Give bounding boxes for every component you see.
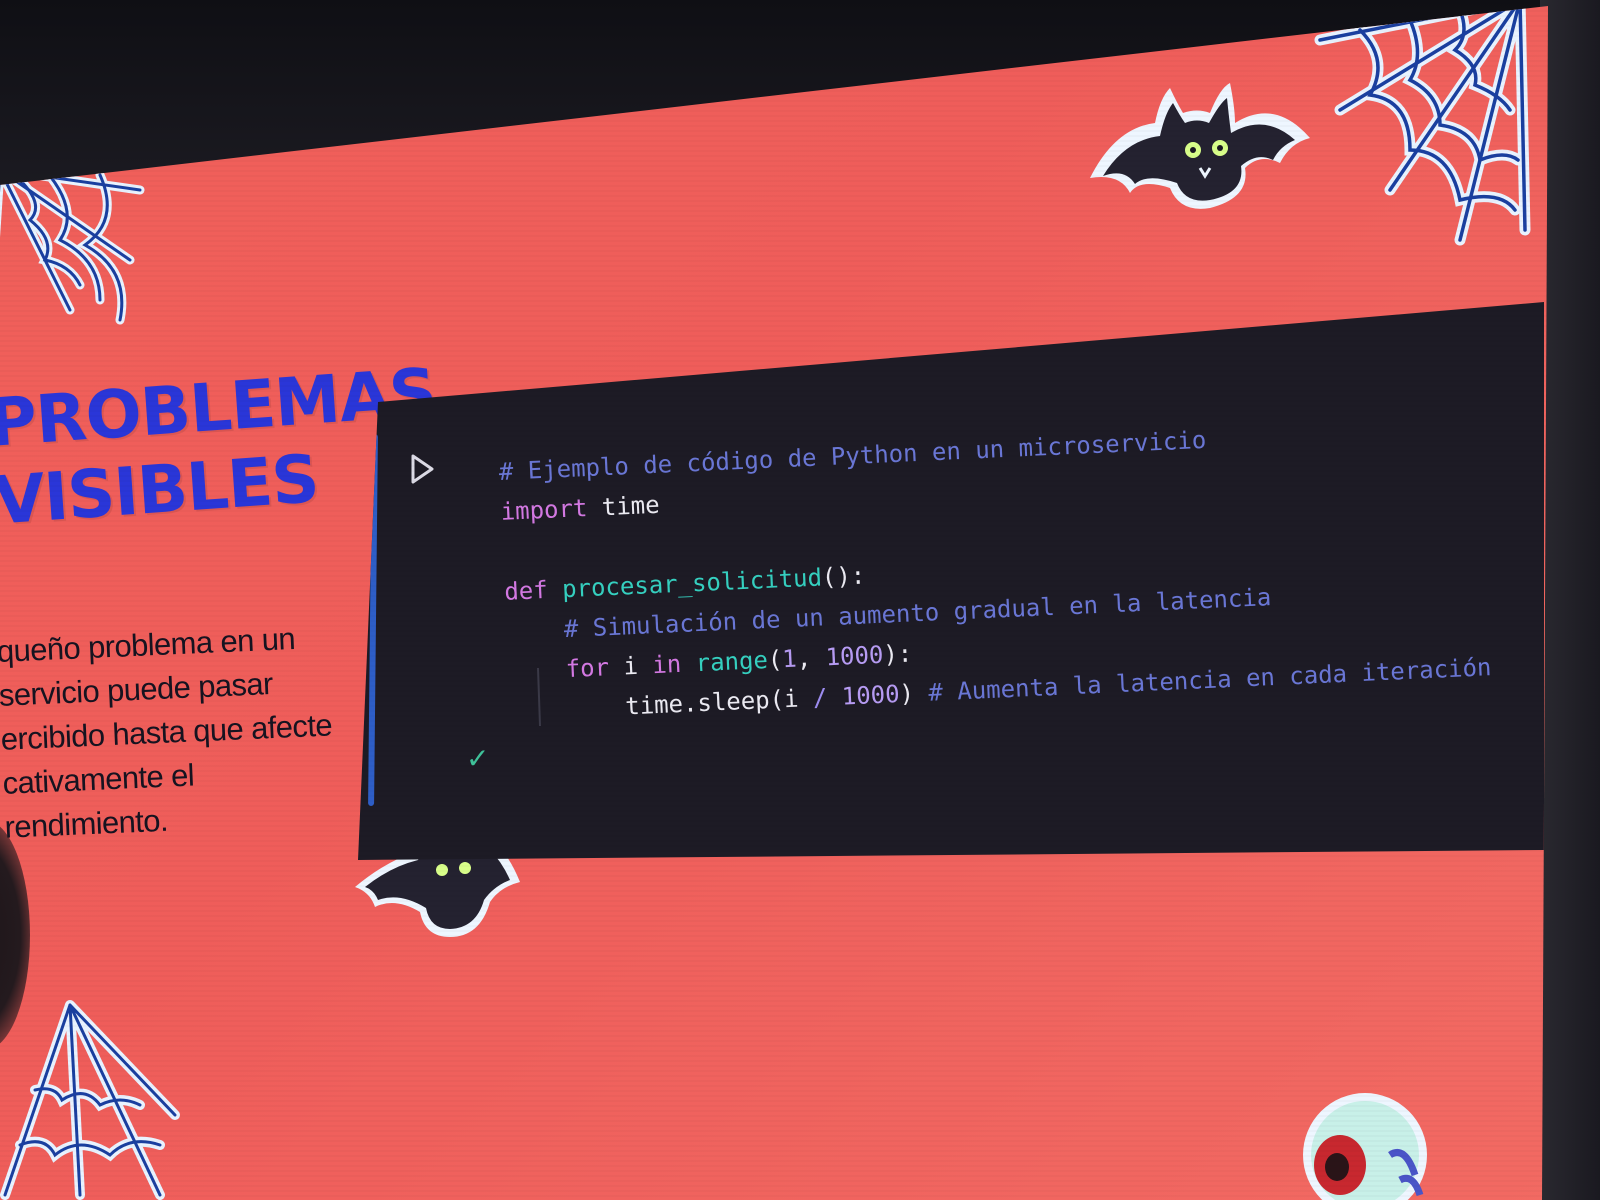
heading-line: VISIBLES bbox=[0, 440, 321, 540]
code-line: def procesar_solicitud(): bbox=[503, 527, 1486, 612]
eyeball-icon bbox=[1303, 1093, 1427, 1200]
code-function-name: procesar_solicitud bbox=[561, 563, 823, 604]
code-operator: / bbox=[812, 683, 828, 712]
code-keyword: import bbox=[500, 494, 588, 526]
code-number: 1 bbox=[781, 644, 798, 674]
code-comment: # Simulación de un aumento gradual en la… bbox=[563, 583, 1272, 644]
code-comment: # Ejemplo de código de Python en un micr… bbox=[498, 425, 1207, 486]
code-line: # Simulación de un aumento gradual en la… bbox=[505, 567, 1488, 652]
code-number: 1000 bbox=[824, 640, 884, 672]
code-keyword: def bbox=[503, 575, 549, 606]
code-keyword: in bbox=[651, 649, 682, 680]
code-punctuation: ( bbox=[767, 645, 783, 674]
spider-web-icon bbox=[0, 1000, 180, 1200]
code-punctuation: ) bbox=[898, 679, 915, 709]
cell-focus-bar bbox=[368, 433, 378, 807]
code-identifier: time bbox=[601, 490, 661, 522]
screen-bezel bbox=[1540, 0, 1600, 1200]
code-identifier: i bbox=[622, 651, 639, 681]
code-line: for i in range(1, 1000): bbox=[507, 607, 1490, 692]
checkmark-icon: ✓ bbox=[466, 742, 490, 775]
code-punctuation: , bbox=[796, 643, 827, 673]
body-line: queño problema en un bbox=[0, 620, 296, 669]
code-comment: # Aumenta la latencia en cada iteración bbox=[927, 653, 1492, 707]
bat-icon bbox=[355, 842, 520, 937]
code-cell: ✓ # Ejemplo de código de Python en un mi… bbox=[358, 302, 1544, 860]
heading-line: PROBLEMAS bbox=[0, 353, 439, 462]
code-editor[interactable]: # Ejemplo de código de Python en un micr… bbox=[498, 407, 1492, 731]
code-call: time.sleep(i bbox=[624, 684, 800, 721]
spider-web-icon bbox=[1314, 6, 1531, 246]
slide-heading: PROBLEMAS VISIBLES bbox=[0, 354, 444, 541]
code-line: time.sleep(i / 1000) # Aumenta la latenc… bbox=[509, 647, 1492, 732]
code-punctuation: ): bbox=[882, 639, 913, 669]
code-line: import time bbox=[500, 447, 1483, 532]
play-icon[interactable] bbox=[408, 452, 436, 486]
bat-icon bbox=[1090, 83, 1310, 209]
body-line: cativamente el rendimiento. bbox=[1, 757, 195, 845]
code-number: 1000 bbox=[841, 680, 901, 711]
code-line: # Ejemplo de código de Python en un micr… bbox=[498, 407, 1481, 492]
body-line: servicio puede pasar bbox=[0, 665, 274, 713]
slide: PROBLEMAS VISIBLES queño problema en un … bbox=[0, 6, 1548, 1200]
code-punctuation: (): bbox=[821, 561, 866, 592]
code-keyword: for bbox=[565, 653, 610, 684]
slide-body-text: queño problema en un servicio puede pasa… bbox=[0, 615, 350, 850]
code-builtin: range bbox=[695, 645, 769, 678]
body-line: ercibido hasta que afecte bbox=[0, 707, 333, 757]
